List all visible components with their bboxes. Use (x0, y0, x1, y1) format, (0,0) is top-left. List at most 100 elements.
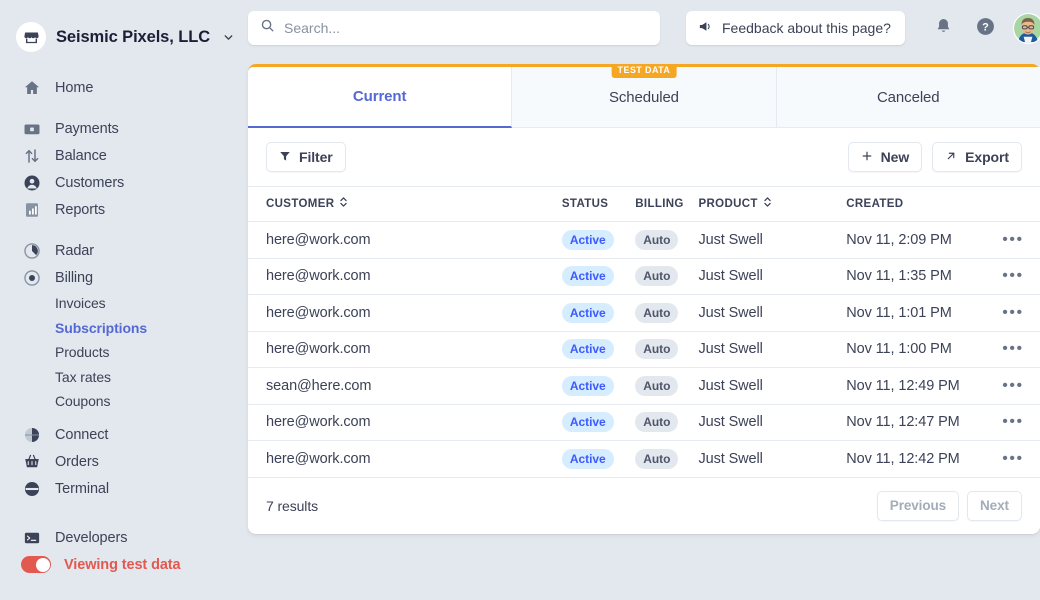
sidebar-item-connect[interactable]: Connect (0, 422, 240, 449)
test-data-toggle[interactable]: Viewing test data (0, 551, 240, 578)
sidebar-item-balance[interactable]: Balance (0, 142, 240, 169)
column-header-customer[interactable]: CUSTOMER (248, 186, 562, 222)
sidebar-subitem-label: Tax rates (55, 368, 111, 385)
previous-page-button[interactable]: Previous (876, 490, 960, 521)
tab-scheduled[interactable]: TEST DATA Scheduled (512, 64, 777, 128)
cell-created: Nov 11, 2:09 PM (846, 221, 989, 259)
sidebar-item-terminal[interactable]: Terminal (0, 476, 240, 503)
table-row[interactable]: here@work.com Active Auto Just Swell Nov 11,… (248, 221, 1040, 259)
cell-created: Nov 11, 1:35 PM (846, 258, 989, 295)
column-header-billing: BILLING (635, 186, 699, 222)
help-button[interactable]: ? (971, 13, 1001, 43)
subscriptions-table: CUSTOMER STATUS BILLING PRODUCT CREATED … (248, 186, 1040, 478)
next-page-button[interactable]: Next (967, 490, 1022, 521)
ellipsis-icon[interactable]: ••• (1000, 265, 1026, 287)
cell-actions: ••• (988, 440, 1040, 478)
sidebar-item-label: Payments (55, 120, 119, 137)
column-label: CREATED (846, 197, 904, 210)
column-label: CUSTOMER (266, 197, 335, 210)
cell-status: Active (561, 258, 636, 295)
ellipsis-icon[interactable]: ••• (1000, 338, 1026, 360)
tab-bar: Current TEST DATA Scheduled Canceled (248, 64, 1040, 128)
balance-arrows-icon (22, 146, 41, 165)
billing-badge: Auto (635, 302, 679, 323)
sidebar-item-invoices[interactable]: Invoices (0, 291, 240, 316)
table-row[interactable]: here@work.com Active Auto Just Swell Nov 11,… (248, 404, 1040, 441)
column-header-status: STATUS (561, 186, 636, 222)
ellipsis-icon[interactable]: ••• (1000, 302, 1026, 324)
status-badge: Active (561, 375, 614, 396)
table-row[interactable]: here@work.com Active Auto Just Swell Nov 11,… (248, 294, 1040, 332)
toggle-switch[interactable] (21, 556, 51, 573)
table-row[interactable]: here@work.com Active Auto Just Swell Nov 11,… (248, 258, 1040, 295)
sidebar-item-label: Home (55, 79, 94, 96)
column-header-product[interactable]: PRODUCT (698, 186, 847, 222)
sidebar-item-customers[interactable]: Customers (0, 169, 240, 196)
search-box[interactable] (248, 11, 660, 45)
sidebar-footer: Developers Viewing test data (0, 524, 240, 578)
status-badge: Active (561, 266, 614, 287)
sidebar-item-payments[interactable]: Payments (0, 115, 240, 142)
sidebar-subitem-label: Coupons (55, 393, 111, 410)
search-input[interactable] (284, 20, 648, 36)
new-button[interactable]: New (847, 142, 923, 172)
sidebar-item-label: Orders (55, 454, 99, 470)
sort-icon (339, 196, 348, 211)
sidebar-item-radar[interactable]: Radar (0, 237, 240, 264)
status-badge: Active (561, 302, 614, 323)
table-row[interactable]: here@work.com Active Auto Just Swell Nov 11,… (248, 331, 1040, 368)
ellipsis-icon[interactable]: ••• (1000, 229, 1026, 251)
test-data-badge: TEST DATA (611, 64, 677, 78)
connect-globe-icon (22, 426, 41, 445)
table-head: CUSTOMER STATUS BILLING PRODUCT CREATED (248, 186, 1040, 222)
table-row[interactable]: here@work.com Active Auto Just Swell Nov 11,… (248, 440, 1040, 478)
megaphone-icon (698, 19, 713, 37)
account-name: Seismic Pixels, LLC (56, 27, 211, 46)
sidebar-item-label: Developers (55, 529, 128, 546)
sidebar-item-orders[interactable]: Orders (0, 449, 240, 476)
ellipsis-icon[interactable]: ••• (1000, 448, 1026, 470)
table-row[interactable]: sean@here.com Active Auto Just Swell Nov 11,… (248, 367, 1040, 405)
sidebar-item-reports[interactable]: Reports (0, 196, 240, 223)
filter-button[interactable]: Filter (266, 142, 346, 172)
cell-status: Active (561, 367, 636, 405)
sidebar-subitem-label: Subscriptions (55, 319, 148, 336)
tab-current[interactable]: Current (248, 67, 513, 128)
sidebar-item-developers[interactable]: Developers (0, 524, 240, 551)
cell-actions: ••• (988, 331, 1040, 368)
test-data-label: Viewing test data (64, 556, 181, 573)
sidebar-subitem-label: Invoices (55, 295, 106, 312)
reports-bar-chart-icon (22, 200, 41, 219)
sidebar-item-home[interactable]: Home (0, 74, 240, 101)
account-switcher[interactable]: Seismic Pixels, LLC (0, 14, 240, 56)
sidebar-item-label: Balance (55, 147, 107, 164)
cell-created: Nov 11, 12:47 PM (846, 404, 989, 441)
sidebar-item-label: Reports (55, 201, 106, 218)
ellipsis-icon[interactable]: ••• (1000, 375, 1026, 397)
status-badge: Active (561, 339, 614, 360)
column-label: STATUS (561, 197, 609, 210)
feedback-button[interactable]: Feedback about this page? (686, 11, 905, 45)
cell-status: Active (561, 404, 636, 441)
table-header-row: CUSTOMER STATUS BILLING PRODUCT CREATED (248, 186, 1040, 222)
ellipsis-icon[interactable]: ••• (1000, 411, 1026, 433)
sidebar-item-coupons[interactable]: Coupons (0, 389, 240, 414)
sidebar-item-label: Billing (55, 269, 93, 286)
sidebar-item-label: Connect (55, 427, 109, 443)
billing-badge: Auto (635, 412, 679, 433)
user-avatar[interactable] (1012, 12, 1040, 44)
sidebar-item-tax-rates[interactable]: Tax rates (0, 365, 240, 390)
cell-status: Active (561, 221, 636, 259)
tab-canceled[interactable]: Canceled (776, 67, 1040, 128)
notifications-button[interactable] (929, 13, 959, 43)
pagination: Previous Next (876, 490, 1022, 521)
table-footer: 7 results Previous Next (248, 478, 1040, 534)
cell-product: Just Swell (698, 331, 847, 368)
export-button[interactable]: Export (932, 142, 1022, 172)
home-icon (22, 78, 41, 97)
sidebar-item-billing[interactable]: Billing (0, 264, 240, 291)
column-header-actions (988, 186, 1040, 222)
sidebar-item-products[interactable]: Products (0, 340, 240, 365)
sidebar-item-subscriptions[interactable]: Subscriptions (0, 316, 240, 341)
billing-badge: Auto (635, 266, 679, 287)
